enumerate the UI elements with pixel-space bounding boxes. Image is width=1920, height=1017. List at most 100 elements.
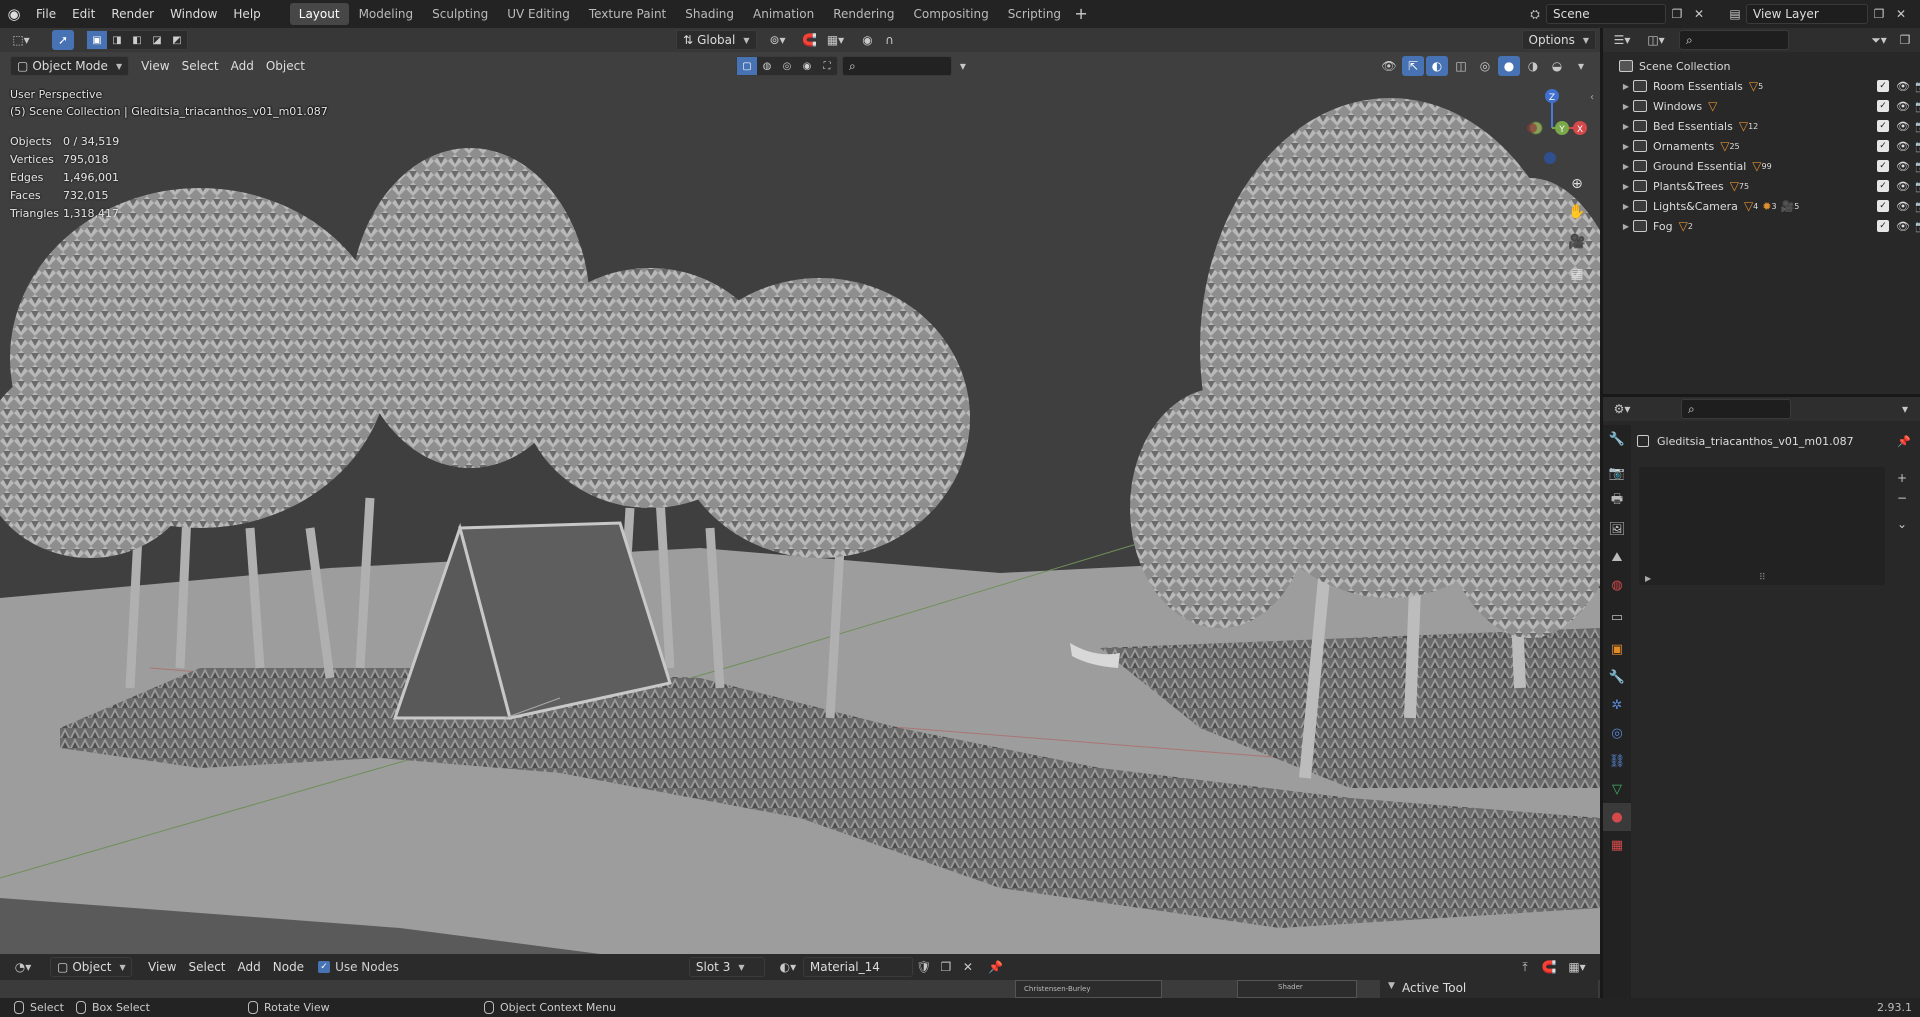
collection-row[interactable]: ▶ Room Essentials ▽5 ✓ 👁 📷 <box>1619 76 1920 96</box>
exclude-checkbox[interactable]: ✓ <box>1877 100 1889 112</box>
gizmo-toggle-icon[interactable]: ⇱ <box>1402 56 1424 76</box>
prop-tab-view-layer-icon[interactable]: 🖼 <box>1603 515 1631 543</box>
view-layer-field[interactable]: View Layer <box>1746 4 1868 24</box>
exclude-checkbox[interactable]: ✓ <box>1877 120 1889 132</box>
render-camera-icon[interactable]: 📷 <box>1915 200 1920 213</box>
tab-rendering[interactable]: Rendering <box>824 3 903 25</box>
collection-row[interactable]: ▶ Plants&Trees ▽75 ✓ 👁 📷 <box>1619 176 1920 196</box>
exclude-checkbox[interactable]: ✓ <box>1877 180 1889 192</box>
expand-arrow-icon[interactable]: ▶ <box>1619 162 1633 171</box>
select-tool-icon[interactable]: ➚ <box>52 30 74 50</box>
render-camera-icon[interactable]: 📷 <box>1915 160 1920 173</box>
view-layer-icon[interactable]: ▤ <box>1724 4 1746 24</box>
viewport-menu-object[interactable]: Object <box>260 59 311 73</box>
scene-icon[interactable]: ⛭ <box>1524 4 1546 24</box>
expand-arrow-icon[interactable]: ▶ <box>1619 182 1633 191</box>
add-slot-button[interactable]: + <box>1893 469 1911 487</box>
mode-dropdown[interactable]: ▢ Object Mode ▼ <box>10 56 130 76</box>
prop-tab-render-icon[interactable]: 📷 <box>1603 459 1631 487</box>
filter-icon[interactable]: ⏷▾ <box>1864 30 1894 50</box>
tab-uv-editing[interactable]: UV Editing <box>498 3 579 25</box>
prop-tab-scene-icon[interactable]: ⛰ <box>1603 543 1631 571</box>
filter-object-icon[interactable]: ▢ <box>736 57 757 75</box>
eye-icon[interactable]: 👁 <box>1896 160 1910 173</box>
expand-arrow-icon[interactable]: ▶ <box>1619 122 1633 131</box>
snap-element-icon[interactable]: ▦▾ <box>1562 957 1592 977</box>
editor-type-icon[interactable]: ◔▾ <box>8 957 38 977</box>
ortho-grid-icon[interactable]: ▦ <box>1565 262 1589 286</box>
eye-icon[interactable]: 👁 <box>1896 80 1910 93</box>
expand-arrow-icon[interactable]: ▶ <box>1619 202 1633 211</box>
material-shading-icon[interactable]: ◑ <box>1522 56 1544 76</box>
collection-row[interactable]: ▶ Fog ▽2 ✓ 👁 📷 <box>1619 216 1920 236</box>
menu-edit[interactable]: Edit <box>64 3 103 25</box>
render-camera-icon[interactable]: 📷 <box>1915 220 1920 233</box>
tab-sculpting[interactable]: Sculpting <box>423 3 497 25</box>
node-box[interactable]: Shader <box>1237 980 1357 998</box>
collection-row[interactable]: ▶ Ornaments ▽25 ✓ 👁 📷 <box>1619 136 1920 156</box>
menu-help[interactable]: Help <box>225 3 268 25</box>
viewport-menu-view[interactable]: View <box>135 59 175 73</box>
solid-shading-icon[interactable]: ● <box>1498 56 1520 76</box>
prop-tab-data-icon[interactable]: ▽ <box>1603 775 1631 803</box>
viewport-menu-add[interactable]: Add <box>225 59 260 73</box>
node-menu-view[interactable]: View <box>142 960 182 974</box>
parent-node-tree-icon[interactable]: ⤒ <box>1514 957 1536 977</box>
eye-icon[interactable]: 👁 <box>1896 180 1910 193</box>
visibility-icon[interactable]: 👁 <box>1378 56 1400 76</box>
remove-slot-button[interactable]: − <box>1893 489 1911 507</box>
node-menu-select[interactable]: Select <box>182 960 231 974</box>
render-camera-icon[interactable]: 📷 <box>1915 100 1920 113</box>
prop-tab-constraints-icon[interactable]: ⛓ <box>1603 747 1631 775</box>
use-nodes-checkbox[interactable]: ✓ <box>318 961 331 973</box>
extend-selection-icon[interactable]: ◨ <box>107 31 127 49</box>
shader-type-dropdown[interactable]: ▢ Object ▼ <box>50 957 132 977</box>
material-name-field[interactable]: Material_14 <box>802 957 913 977</box>
node-menu-add[interactable]: Add <box>232 960 267 974</box>
slot-specials-button[interactable]: ⌄ <box>1893 515 1911 533</box>
blender-logo-icon[interactable]: ◉ <box>0 0 28 28</box>
eye-icon[interactable]: 👁 <box>1896 200 1910 213</box>
gizmo-neg-x[interactable] <box>1527 123 1537 133</box>
editor-type-icon[interactable]: ☰▾ <box>1607 30 1637 50</box>
pin-icon[interactable]: 📌 <box>985 957 1007 977</box>
shading-options-icon[interactable]: ▾ <box>1570 56 1592 76</box>
exclude-checkbox[interactable]: ✓ <box>1877 220 1889 232</box>
snap-icon[interactable]: 🧲 <box>799 30 821 50</box>
prop-tab-output-icon[interactable]: 🖶 <box>1603 487 1631 515</box>
rendered-shading-icon[interactable]: ◒ <box>1546 56 1568 76</box>
prop-tab-world-icon[interactable]: ◍ <box>1603 571 1631 599</box>
new-collection-icon[interactable]: ❐ <box>1894 30 1916 50</box>
chevron-down-icon[interactable]: ▾ <box>1894 399 1916 419</box>
add-workspace-button[interactable]: + <box>1070 3 1092 25</box>
3d-viewport[interactable] <box>0 28 1600 954</box>
pin-icon[interactable]: 📌 <box>1897 435 1911 448</box>
falloff-icon[interactable]: ∩ <box>879 30 901 50</box>
slot-dropdown[interactable]: Slot 3 ▼ <box>688 957 765 977</box>
options-dropdown[interactable]: Options ▼ <box>1521 30 1596 50</box>
menu-render[interactable]: Render <box>103 3 162 25</box>
duplicate-material-icon[interactable]: ❐ <box>935 957 957 977</box>
delete-scene-icon[interactable]: ✕ <box>1688 4 1710 24</box>
new-view-layer-icon[interactable]: ❐ <box>1868 4 1890 24</box>
gizmo-neg-z[interactable] <box>1544 152 1556 164</box>
filter-other-icon[interactable]: ⛶ <box>817 57 837 75</box>
render-camera-icon[interactable]: 📷 <box>1915 140 1920 153</box>
chevron-down-icon[interactable]: ▾ <box>952 56 974 76</box>
editor-type-icon[interactable]: ⚙▾ <box>1607 399 1637 419</box>
render-camera-icon[interactable]: 📷 <box>1915 120 1920 133</box>
tab-compositing[interactable]: Compositing <box>904 3 997 25</box>
filter-light-icon[interactable]: ◎ <box>777 57 797 75</box>
collection-row[interactable]: ▶ Ground Essential ▽99 ✓ 👁 📷 <box>1619 156 1920 176</box>
active-tool-panel[interactable]: ▼ Active Tool <box>1380 980 1598 998</box>
zoom-icon[interactable]: ⊕ <box>1565 172 1589 196</box>
overlays-toggle-icon[interactable]: ◐ <box>1426 56 1448 76</box>
outliner-search-input[interactable]: ⌕ <box>1679 30 1789 50</box>
render-camera-icon[interactable]: 📷 <box>1915 80 1920 93</box>
collection-row[interactable]: ▶ Windows ▽ ✓ 👁 📷 <box>1619 96 1920 116</box>
prop-tab-material-icon[interactable]: ● <box>1603 803 1631 831</box>
viewport-menu-select[interactable]: Select <box>176 59 225 73</box>
tab-layout[interactable]: Layout <box>289 3 349 25</box>
eye-icon[interactable]: 👁 <box>1896 220 1910 233</box>
unlink-material-icon[interactable]: ✕ <box>957 957 979 977</box>
